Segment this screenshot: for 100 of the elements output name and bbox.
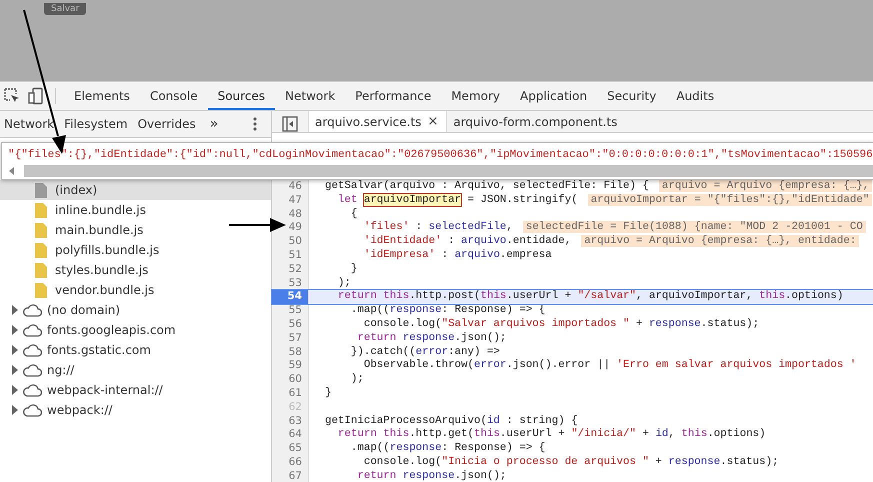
code-text: : string) { xyxy=(505,414,578,427)
file-tab[interactable]: arquivo.service.ts × xyxy=(308,111,448,132)
variable-text: selectedFile xyxy=(428,221,506,234)
code-text: .map(( xyxy=(350,442,390,454)
code-text: .options) xyxy=(785,290,844,302)
script-file-icon xyxy=(35,262,47,278)
code-text: .json(); xyxy=(454,470,506,482)
line-number: 48 xyxy=(272,208,309,222)
variable-text: response xyxy=(402,470,455,482)
code-text: .json(); xyxy=(454,332,506,344)
string-literal: 'Erro em salvar arquivos importados ' xyxy=(616,359,856,372)
keyword-text: return xyxy=(356,332,398,344)
line-number: 54 xyxy=(272,290,309,304)
code-text: .http.get( xyxy=(409,428,474,440)
script-file-icon xyxy=(35,242,47,258)
variable-text: error xyxy=(474,359,506,372)
line-number: 65 xyxy=(272,442,309,456)
navigator-tab[interactable]: Network xyxy=(4,117,58,131)
cloud-icon xyxy=(22,344,42,356)
variable-text: id xyxy=(655,428,668,440)
code-text: .userUrl + xyxy=(506,290,572,302)
line-number: 67 xyxy=(272,470,309,482)
string-literal: "/salvar" xyxy=(578,290,636,302)
collapsed-arrow-icon[interactable] xyxy=(11,305,19,315)
cloud-icon xyxy=(22,324,42,336)
variable-text: response xyxy=(390,442,442,454)
code-text: getSalvar(arquivo : Arquivo, selectedFile: File) { xyxy=(324,180,649,192)
menu-icon[interactable] xyxy=(253,117,257,131)
panel-tab[interactable]: Console xyxy=(140,82,208,110)
collapsed-arrow-icon[interactable] xyxy=(11,325,19,335)
file-tree-item[interactable]: vendor.bundle.js xyxy=(0,280,271,300)
document-icon xyxy=(35,182,47,198)
file-tree-item[interactable]: main.bundle.js xyxy=(0,220,271,240)
code-text: , xyxy=(668,428,676,440)
variable-text: arquivo xyxy=(454,248,500,261)
string-literal: "Inicia o processo de arquivos " xyxy=(442,456,649,468)
device-icon[interactable] xyxy=(27,87,45,105)
keyword-text: return xyxy=(356,470,398,482)
code-text: , arquivoImportar, xyxy=(636,290,754,302)
collapsed-arrow-icon[interactable] xyxy=(11,365,19,375)
close-icon[interactable]: × xyxy=(427,114,438,129)
code-text: } xyxy=(350,262,358,275)
file-tree-item[interactable]: inline.bundle.js xyxy=(0,200,271,220)
cloud-icon xyxy=(22,384,42,396)
panel-tab[interactable]: Application xyxy=(510,82,598,110)
file-tree-item[interactable]: polyfills.bundle.js xyxy=(0,240,271,260)
code-text: .entidade, xyxy=(506,235,572,248)
keyword-text: this xyxy=(480,290,506,302)
navigator-tab[interactable]: Filesystem xyxy=(64,117,132,131)
navigator-tab[interactable]: Overrides xyxy=(138,117,200,131)
sidebar-toggle-icon[interactable] xyxy=(282,116,298,132)
line-number: 47 xyxy=(272,194,309,208)
panel-tab[interactable]: Audits xyxy=(666,82,724,110)
code-text: .map(( xyxy=(350,304,390,316)
inline-value: arquivoImportar = "{"files":{},"idEntidade" xyxy=(588,194,872,206)
domain-tree-item[interactable]: fonts.gstatic.com xyxy=(0,340,271,360)
code-text: + xyxy=(634,318,644,330)
more-tabs-button[interactable]: » xyxy=(210,116,218,132)
collapsed-arrow-icon[interactable] xyxy=(11,385,19,395)
code-text: , xyxy=(506,221,513,234)
panel-tab[interactable]: Security xyxy=(597,82,666,110)
code-text: = JSON.stringify( xyxy=(466,194,578,206)
code-text: : xyxy=(414,221,424,234)
panel-tab[interactable]: Memory xyxy=(441,82,510,110)
domain-tree-item[interactable]: (no domain) xyxy=(0,300,271,320)
code-text: .status); xyxy=(720,456,779,468)
code-text: { xyxy=(350,208,358,220)
file-tab[interactable]: arquivo-form.component.ts xyxy=(447,111,626,132)
file-name: polyfills.bundle.js xyxy=(55,243,160,257)
domain-tree-item[interactable]: fonts.googleapis.com xyxy=(0,320,271,340)
scrollbar-thumb[interactable] xyxy=(24,165,873,177)
code-text: + xyxy=(641,428,650,440)
domain-tree-item[interactable]: webpack:// xyxy=(0,400,271,420)
file-tree-item[interactable]: (index) xyxy=(0,180,271,200)
inline-value: arquivo = Arquivo {empresa: {…}, entidade: xyxy=(581,235,860,248)
domain-name: (no domain) xyxy=(47,303,120,317)
variable-text: response xyxy=(402,332,455,344)
collapsed-arrow-icon[interactable] xyxy=(11,345,19,355)
domain-name: fonts.googleapis.com xyxy=(47,323,176,337)
script-file-icon xyxy=(35,202,47,218)
collapsed-arrow-icon[interactable] xyxy=(11,405,19,415)
panel-tab[interactable]: Network xyxy=(275,82,346,110)
panel-tab[interactable]: Elements xyxy=(64,82,140,110)
file-tree-item[interactable]: styles.bundle.js xyxy=(0,260,271,280)
domain-tree-item[interactable]: ng:// xyxy=(0,360,271,380)
line-number: 63 xyxy=(272,414,309,428)
variable-text: response xyxy=(648,318,701,330)
script-file-icon xyxy=(35,282,47,298)
string-literal: 'idEmpresa' xyxy=(362,248,436,261)
file-name: main.bundle.js xyxy=(55,223,144,237)
domain-tree-item[interactable]: webpack-internal:// xyxy=(0,380,271,400)
line-number: 56 xyxy=(272,318,309,332)
line-number: 66 xyxy=(272,456,309,470)
line-number: 50 xyxy=(272,235,309,249)
panel-tab[interactable]: Performance xyxy=(345,82,442,110)
code-text: console.log( xyxy=(362,318,442,330)
code-text: } xyxy=(324,386,332,399)
save-button[interactable]: Salvar xyxy=(44,3,86,15)
code-text: : xyxy=(447,235,455,248)
scroll-left-icon[interactable] xyxy=(8,166,16,176)
